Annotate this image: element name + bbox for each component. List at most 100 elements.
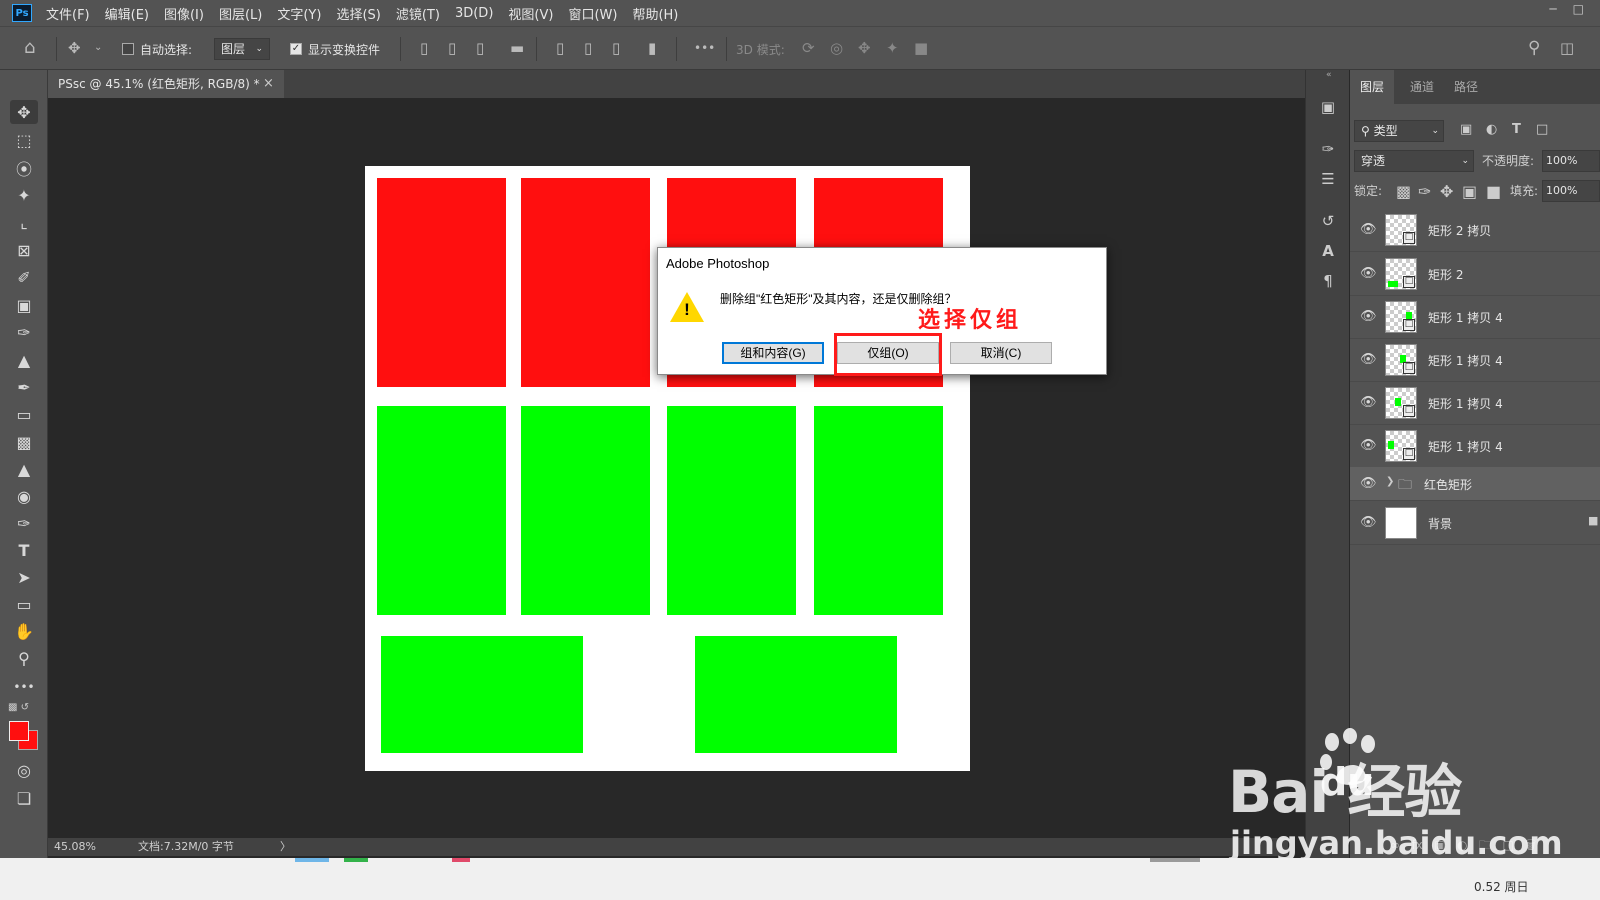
layer-name[interactable]: 矩形 2 <box>1428 266 1463 283</box>
align-top-icon[interactable]: ▯ <box>556 39 564 57</box>
search-icon[interactable]: ⚲ <box>1528 39 1540 57</box>
auto-select-dropdown[interactable]: 图层 ⌄ <box>214 38 270 60</box>
menu-image[interactable]: 图像(I) <box>164 4 204 23</box>
character-icon[interactable]: A <box>1318 242 1338 262</box>
opacity-input[interactable]: 100% <box>1542 150 1600 172</box>
eye-icon[interactable]: 👁 <box>1360 352 1377 367</box>
auto-select-checkbox[interactable] <box>122 43 134 55</box>
layer-name[interactable]: 矩形 1 拷贝 4 <box>1428 309 1503 326</box>
layer-row[interactable]: 👁 背景 ■ <box>1350 501 1600 545</box>
layer-name[interactable]: 红色矩形 <box>1424 476 1472 493</box>
green-rectangle[interactable] <box>814 406 943 615</box>
menu-layer[interactable]: 图层(L) <box>219 4 262 23</box>
lock-pixels-icon[interactable]: ✑ <box>1418 182 1431 201</box>
history-icon[interactable]: ↺ <box>1318 212 1338 232</box>
tab-paths[interactable]: 路径 <box>1454 70 1478 104</box>
3d-camera-icon[interactable]: ■ <box>914 39 928 57</box>
quick-mask-icon[interactable]: ◎ <box>10 758 38 782</box>
default-colors-icon[interactable]: ▩ ↺ <box>8 702 29 713</box>
menu-edit[interactable]: 编辑(E) <box>105 4 149 23</box>
filter-shape-icon[interactable]: □ <box>1536 122 1548 137</box>
frame-tool-icon[interactable]: ⊠ <box>10 238 38 262</box>
3d-orbit-icon[interactable]: ⟳ <box>802 39 815 57</box>
green-rectangle[interactable] <box>377 406 506 615</box>
distribute-icon[interactable]: ▬ <box>510 39 524 57</box>
lock-all-icon[interactable]: ■ <box>1486 182 1501 201</box>
eye-icon[interactable]: 👁 <box>1360 309 1377 324</box>
green-rectangle-wide[interactable] <box>695 636 897 753</box>
status-menu-arrow[interactable]: 〉 <box>280 838 291 856</box>
layer-name[interactable]: 背景 <box>1428 515 1452 532</box>
layer-filter-dropdown[interactable]: ⚲ 类型 ⌄ <box>1354 120 1444 142</box>
stamp-tool-icon[interactable]: ▲ <box>10 348 38 372</box>
paragraph-icon[interactable]: ¶ <box>1318 272 1338 292</box>
pen-tool-icon[interactable]: ✑ <box>10 511 38 535</box>
marquee-tool-icon[interactable]: ⬚ <box>10 128 38 152</box>
minimize-icon[interactable]: ─ <box>1549 2 1556 16</box>
eye-icon[interactable]: 👁 <box>1360 515 1377 530</box>
layer-row[interactable]: 👁 □ 矩形 1 拷贝 4 <box>1350 338 1600 382</box>
distribute-vertical-icon[interactable]: ▮ <box>648 39 656 57</box>
taskbar-indicator[interactable] <box>452 858 470 862</box>
eye-icon[interactable]: 👁 <box>1360 438 1377 453</box>
healing-brush-icon[interactable]: ▣ <box>10 293 38 317</box>
group-and-contents-button[interactable]: 组和内容(G) <box>722 342 824 364</box>
layer-row[interactable]: 👁 □ 矩形 2 拷贝 <box>1350 208 1600 252</box>
workspace-icon[interactable]: ◫ <box>1560 39 1574 57</box>
move-tool-icon[interactable]: ✥ <box>68 39 81 57</box>
align-right-icon[interactable]: ▯ <box>476 39 484 57</box>
layer-name[interactable]: 矩形 2 拷贝 <box>1428 222 1491 239</box>
collapse-icon[interactable]: « <box>1326 70 1332 80</box>
layer-row[interactable]: 👁 □ 矩形 1 拷贝 4 <box>1350 424 1600 468</box>
filter-adjustment-icon[interactable]: ◐ <box>1486 122 1497 137</box>
menu-window[interactable]: 窗口(W) <box>568 4 617 23</box>
dodge-tool-icon[interactable]: ◉ <box>10 484 38 508</box>
libraries-icon[interactable]: ▣ <box>1318 98 1338 118</box>
history-brush-icon[interactable]: ✒ <box>10 375 38 399</box>
eye-icon[interactable]: 👁 <box>1360 395 1377 410</box>
green-rectangle-wide[interactable] <box>381 636 583 753</box>
menu-view[interactable]: 视图(V) <box>508 4 553 23</box>
3d-pan-icon[interactable]: ✥ <box>858 39 871 57</box>
menu-file[interactable]: 文件(F) <box>46 4 90 23</box>
eye-icon[interactable]: 👁 <box>1360 222 1377 237</box>
red-rectangle[interactable] <box>521 178 650 387</box>
eraser-icon[interactable]: ▭ <box>10 402 38 426</box>
show-transform-checkbox[interactable]: ✓ <box>290 43 302 55</box>
gradient-tool-icon[interactable]: ▩ <box>10 430 38 454</box>
expand-chevron-icon[interactable]: ❯ <box>1386 476 1394 487</box>
taskbar-indicator[interactable] <box>344 858 368 862</box>
align-middle-icon[interactable]: ▯ <box>584 39 592 57</box>
maximize-icon[interactable]: □ <box>1573 2 1584 16</box>
lock-transparent-icon[interactable]: ▩ <box>1396 182 1411 201</box>
taskbar-indicator[interactable] <box>1150 858 1200 862</box>
filter-image-icon[interactable]: ▣ <box>1460 122 1472 137</box>
align-bottom-icon[interactable]: ▯ <box>612 39 620 57</box>
layer-group-row[interactable]: 👁 ❯ 🗀 红色矩形 <box>1350 467 1600 501</box>
3d-slide-icon[interactable]: ✦ <box>886 39 899 57</box>
lasso-tool-icon[interactable]: ⦿ <box>10 156 38 180</box>
blur-tool-icon[interactable]: ▲ <box>10 457 38 481</box>
3d-roll-icon[interactable]: ◎ <box>830 39 843 57</box>
foreground-color-swatch[interactable] <box>9 721 29 741</box>
magic-wand-icon[interactable]: ✦ <box>10 183 38 207</box>
green-rectangle[interactable] <box>521 406 650 615</box>
zoom-level[interactable]: 45.08% <box>54 838 96 856</box>
layer-name[interactable]: 矩形 1 拷贝 4 <box>1428 438 1503 455</box>
zoom-tool-icon[interactable]: ⚲ <box>10 646 38 670</box>
menu-select[interactable]: 选择(S) <box>336 4 380 23</box>
crop-tool-icon[interactable]: ⌞ <box>10 210 38 234</box>
tab-layers[interactable]: 图层 <box>1350 70 1395 104</box>
layer-row[interactable]: 👁 □ 矩形 2 <box>1350 252 1600 296</box>
lock-artboard-icon[interactable]: ▣ <box>1462 182 1477 201</box>
hand-tool-icon[interactable]: ✋ <box>10 619 38 643</box>
adjustments-icon[interactable]: ☰ <box>1318 170 1338 190</box>
close-icon[interactable]: × <box>263 70 274 98</box>
taskbar-indicator[interactable] <box>295 858 329 862</box>
brush-settings-icon[interactable]: ✑ <box>1318 140 1338 160</box>
eye-icon[interactable]: 👁 <box>1360 476 1377 491</box>
fill-input[interactable]: 100% <box>1542 180 1600 202</box>
menu-help[interactable]: 帮助(H) <box>632 4 678 23</box>
align-center-icon[interactable]: ▯ <box>448 39 456 57</box>
move-tool-icon[interactable]: ✥ <box>10 100 38 124</box>
